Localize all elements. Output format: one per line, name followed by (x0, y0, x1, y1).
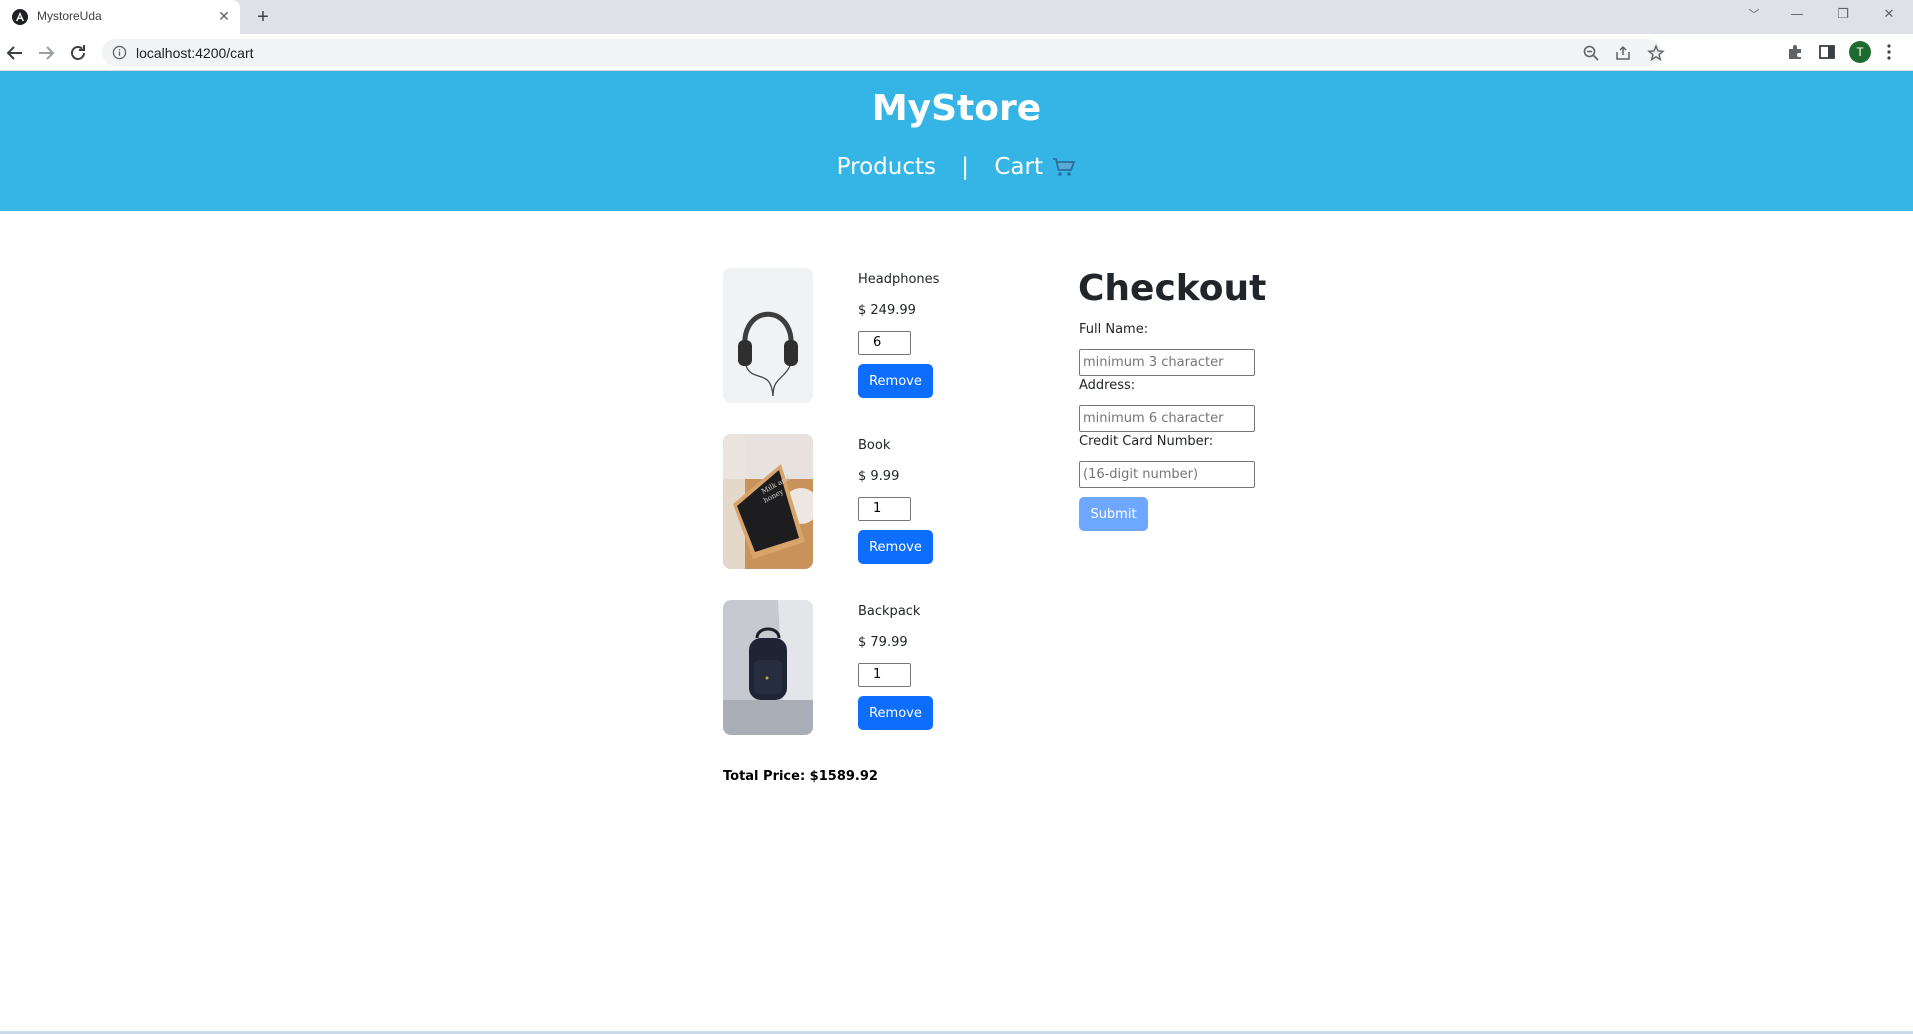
backpack-image (723, 600, 813, 735)
remove-button[interactable]: Remove (858, 364, 933, 398)
submit-button[interactable]: Submit (1079, 497, 1148, 531)
credit-card-label: Credit Card Number: (1079, 434, 1214, 449)
side-panel-icon[interactable] (1817, 42, 1837, 62)
tab-title: MystoreUda (37, 9, 102, 23)
item-price: $ 79.99 (858, 635, 908, 650)
item-name: Backpack (858, 604, 921, 619)
browser-tab[interactable]: MystoreUda ✕ (0, 0, 240, 34)
cart-item: Milk and honey Book $ 9.99 1 Remove (723, 434, 1063, 570)
address-label: Address: (1079, 378, 1136, 393)
app-title: MyStore (871, 88, 1042, 129)
total-price: Total Price: $1589.92 (723, 769, 878, 784)
zoom-icon[interactable] (1582, 44, 1600, 62)
full-name-label: Full Name: (1079, 322, 1149, 337)
app-header: MyStore Products | Cart (0, 71, 1913, 211)
nav-separator: | (961, 153, 970, 180)
new-tab-button[interactable]: + (252, 7, 274, 29)
product-image (723, 600, 813, 735)
url-text: localhost:4200/cart (136, 45, 254, 61)
info-icon[interactable] (112, 45, 127, 60)
address-input[interactable] (1079, 405, 1255, 432)
main-nav: Products | Cart (0, 153, 1913, 180)
bookmark-star-icon[interactable] (1647, 44, 1665, 62)
item-price: $ 9.99 (858, 469, 900, 484)
angular-logo-icon (12, 9, 28, 25)
forward-arrow-icon[interactable] (34, 41, 58, 65)
item-name: Headphones (858, 272, 940, 287)
address-bar[interactable]: localhost:4200/cart (102, 39, 1665, 66)
remove-button[interactable]: Remove (858, 530, 933, 564)
credit-card-input[interactable] (1079, 461, 1255, 488)
item-price: $ 249.99 (858, 303, 916, 318)
product-image (723, 268, 813, 403)
headphones-image (723, 268, 813, 403)
cart-item: Backpack $ 79.99 1 Remove (723, 600, 1063, 736)
nav-products-link[interactable]: Products (837, 154, 936, 180)
profile-avatar[interactable]: T (1849, 41, 1871, 63)
minimize-icon[interactable]: — (1774, 0, 1820, 30)
reload-icon[interactable] (66, 41, 90, 65)
back-arrow-icon[interactable] (3, 41, 27, 65)
book-image: Milk and honey (723, 434, 813, 569)
browser-toolbar: localhost:4200/cart T (0, 34, 1913, 71)
checkout-title: Checkout (1078, 268, 1267, 309)
browser-menu-icon[interactable] (1884, 42, 1894, 62)
quantity-input[interactable]: 1 (858, 663, 911, 687)
close-tab-icon[interactable]: ✕ (214, 7, 234, 27)
restore-icon[interactable]: ❐ (1820, 0, 1866, 30)
product-image: Milk and honey (723, 434, 813, 569)
shopping-cart-icon (1053, 157, 1076, 176)
quantity-input[interactable]: 6 (858, 331, 911, 355)
full-name-input[interactable] (1079, 349, 1255, 376)
item-name: Book (858, 438, 891, 453)
cart-item: Headphones $ 249.99 6 Remove (723, 268, 1063, 404)
close-window-icon[interactable]: ✕ (1866, 0, 1912, 30)
nav-cart-link[interactable]: Cart (994, 153, 1076, 180)
share-icon[interactable] (1614, 44, 1632, 62)
remove-button[interactable]: Remove (858, 696, 933, 730)
tab-search-icon[interactable]: ﹀ (1731, 0, 1777, 30)
nav-cart-label: Cart (994, 153, 1043, 180)
browser-tab-bar: MystoreUda ✕ + ﹀ — ❐ ✕ (0, 0, 1913, 34)
quantity-input[interactable]: 1 (858, 497, 911, 521)
extensions-puzzle-icon[interactable] (1785, 42, 1805, 62)
